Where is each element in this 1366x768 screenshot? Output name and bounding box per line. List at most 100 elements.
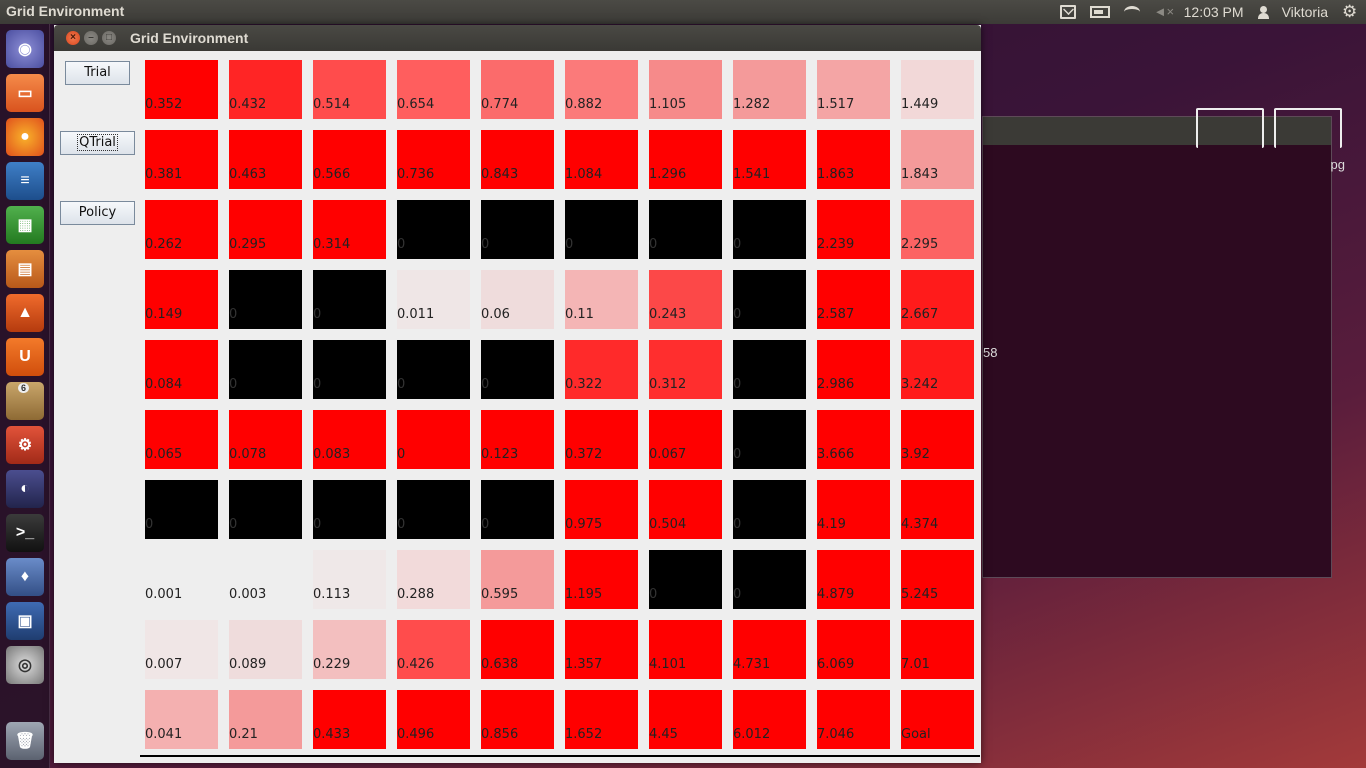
grid-cell-r7-c7[interactable]: 0 (728, 545, 812, 615)
grid-cell-r6-c1[interactable]: 0 (224, 475, 308, 545)
grid-cell-r4-c8[interactable]: 2.986 (812, 335, 896, 405)
grid-cell-r2-c5[interactable]: 0 (560, 195, 644, 265)
grid-cell-r7-c5[interactable]: 1.195 (560, 545, 644, 615)
grid-cell-r9-c4[interactable]: 0.856 (476, 685, 560, 755)
grid-cell-r6-c7[interactable]: 0 (728, 475, 812, 545)
grid-cell-r7-c4[interactable]: 0.595 (476, 545, 560, 615)
grid-cell-r7-c2[interactable]: 0.113 (308, 545, 392, 615)
grid-cell-r6-c3[interactable]: 0 (392, 475, 476, 545)
grid-cell-r0-c9[interactable]: 1.449 (896, 55, 980, 125)
grid-cell-r9-c0[interactable]: 0.041 (140, 685, 224, 755)
grid-cell-r0-c6[interactable]: 1.105 (644, 55, 728, 125)
grid-cell-r6-c6[interactable]: 0.504 (644, 475, 728, 545)
grid-cell-r0-c2[interactable]: 0.514 (308, 55, 392, 125)
grid-cell-r2-c2[interactable]: 0.314 (308, 195, 392, 265)
grid-cell-r8-c1[interactable]: 0.089 (224, 615, 308, 685)
grid-cell-r3-c5[interactable]: 0.11 (560, 265, 644, 335)
terminal-icon[interactable]: >_ (6, 514, 44, 552)
grid-environment-window[interactable]: × – □ Grid Environment Trial QTrial Poli… (54, 25, 981, 763)
grid-cell-r5-c1[interactable]: 0.078 (224, 405, 308, 475)
grid-cell-r0-c0[interactable]: 0.352 (140, 55, 224, 125)
wifi-icon[interactable] (1123, 6, 1140, 18)
minimize-button[interactable]: – (84, 31, 98, 45)
grid-cell-r7-c0[interactable]: 0.001 (140, 545, 224, 615)
grid-cell-r8-c7[interactable]: 4.731 (728, 615, 812, 685)
files-folder-icon[interactable]: ▭ (6, 74, 44, 112)
mail-icon[interactable] (1059, 5, 1076, 19)
calc-icon[interactable]: ▦ (6, 206, 44, 244)
grid-cell-r3-c4[interactable]: 0.06 (476, 265, 560, 335)
grid-cell-r0-c5[interactable]: 0.882 (560, 55, 644, 125)
grid-cell-r6-c5[interactable]: 0.975 (560, 475, 644, 545)
trial-button[interactable]: Trial (65, 61, 130, 85)
qtrial-button[interactable]: QTrial (60, 131, 135, 155)
clock[interactable]: 12:03 PM (1184, 4, 1244, 20)
workspace-switcher-icon[interactable]: ▣ (6, 602, 44, 640)
grid-cell-r8-c0[interactable]: 0.007 (140, 615, 224, 685)
grid-cell-r3-c2[interactable]: 0 (308, 265, 392, 335)
grid-cell-r4-c2[interactable]: 0 (308, 335, 392, 405)
grid-cell-r8-c2[interactable]: 0.229 (308, 615, 392, 685)
grid-cell-r2-c9[interactable]: 2.295 (896, 195, 980, 265)
grid-cell-r7-c6[interactable]: 0 (644, 545, 728, 615)
grid-cell-r4-c6[interactable]: 0.312 (644, 335, 728, 405)
grid-cell-r4-c7[interactable]: 0 (728, 335, 812, 405)
grid-cell-r9-c6[interactable]: 4.45 (644, 685, 728, 755)
grid-cell-r5-c8[interactable]: 3.666 (812, 405, 896, 475)
dash-home-icon[interactable]: ◉ (6, 30, 44, 68)
grid-cell-r9-c3[interactable]: 0.496 (392, 685, 476, 755)
trash-icon[interactable]: 🗑 (6, 722, 44, 760)
grid-cell-r3-c9[interactable]: 2.667 (896, 265, 980, 335)
grid-cell-r5-c3[interactable]: 0 (392, 405, 476, 475)
java-app-icon[interactable]: ♦ (6, 558, 44, 596)
grid-cell-r1-c0[interactable]: 0.381 (140, 125, 224, 195)
grid-cell-r1-c5[interactable]: 1.084 (560, 125, 644, 195)
updates-icon[interactable]: 6 (6, 382, 44, 420)
grid-cell-r5-c7[interactable]: 0 (728, 405, 812, 475)
grid-cell-r6-c0[interactable]: 0 (140, 475, 224, 545)
writer-icon[interactable]: ≡ (6, 162, 44, 200)
grid-cell-r2-c4[interactable]: 0 (476, 195, 560, 265)
grid-cell-r6-c8[interactable]: 4.19 (812, 475, 896, 545)
eclipse-icon[interactable]: ◐ (6, 470, 44, 508)
grid-cell-r1-c1[interactable]: 0.463 (224, 125, 308, 195)
grid-cell-r7-c9[interactable]: 5.245 (896, 545, 980, 615)
grid-cell-r1-c6[interactable]: 1.296 (644, 125, 728, 195)
grid-cell-r4-c1[interactable]: 0 (224, 335, 308, 405)
policy-button[interactable]: Policy (60, 201, 135, 225)
grid-cell-r4-c9[interactable]: 3.242 (896, 335, 980, 405)
battery-icon[interactable] (1089, 6, 1110, 18)
firefox-icon[interactable]: ● (6, 118, 44, 156)
user-icon[interactable] (1257, 5, 1269, 19)
grid-cell-r8-c6[interactable]: 4.101 (644, 615, 728, 685)
grid-cell-r4-c3[interactable]: 0 (392, 335, 476, 405)
close-button[interactable]: × (66, 31, 80, 45)
grid-cell-r2-c1[interactable]: 0.295 (224, 195, 308, 265)
grid-cell-r8-c8[interactable]: 6.069 (812, 615, 896, 685)
grid-cell-r5-c6[interactable]: 0.067 (644, 405, 728, 475)
grid-cell-r5-c0[interactable]: 0.065 (140, 405, 224, 475)
grid-cell-r0-c1[interactable]: 0.432 (224, 55, 308, 125)
grid-cell-r0-c8[interactable]: 1.517 (812, 55, 896, 125)
grid-cell-r9-c7[interactable]: 6.012 (728, 685, 812, 755)
grid-cell-r1-c2[interactable]: 0.566 (308, 125, 392, 195)
grid-cell-r6-c4[interactable]: 0 (476, 475, 560, 545)
grid-cell-r1-c4[interactable]: 0.843 (476, 125, 560, 195)
grid-cell-r8-c3[interactable]: 0.426 (392, 615, 476, 685)
grid-cell-r5-c9[interactable]: 3.92 (896, 405, 980, 475)
grid-cell-r2-c8[interactable]: 2.239 (812, 195, 896, 265)
settings-icon[interactable]: ⚙ (6, 426, 44, 464)
grid-cell-r7-c3[interactable]: 0.288 (392, 545, 476, 615)
grid-cell-r9-c8[interactable]: 7.046 (812, 685, 896, 755)
grid-cell-r5-c5[interactable]: 0.372 (560, 405, 644, 475)
grid-cell-r9-c1[interactable]: 0.21 (224, 685, 308, 755)
grid-cell-r2-c7[interactable]: 0 (728, 195, 812, 265)
grid-cell-r7-c8[interactable]: 4.879 (812, 545, 896, 615)
impress-icon[interactable]: ▤ (6, 250, 44, 288)
grid-cell-r3-c1[interactable]: 0 (224, 265, 308, 335)
grid-cell-r8-c5[interactable]: 1.357 (560, 615, 644, 685)
ubuntu-one-icon[interactable]: U (6, 338, 44, 376)
grid-cell-r4-c0[interactable]: 0.084 (140, 335, 224, 405)
grid-cell-r1-c3[interactable]: 0.736 (392, 125, 476, 195)
grid-cell-r2-c3[interactable]: 0 (392, 195, 476, 265)
